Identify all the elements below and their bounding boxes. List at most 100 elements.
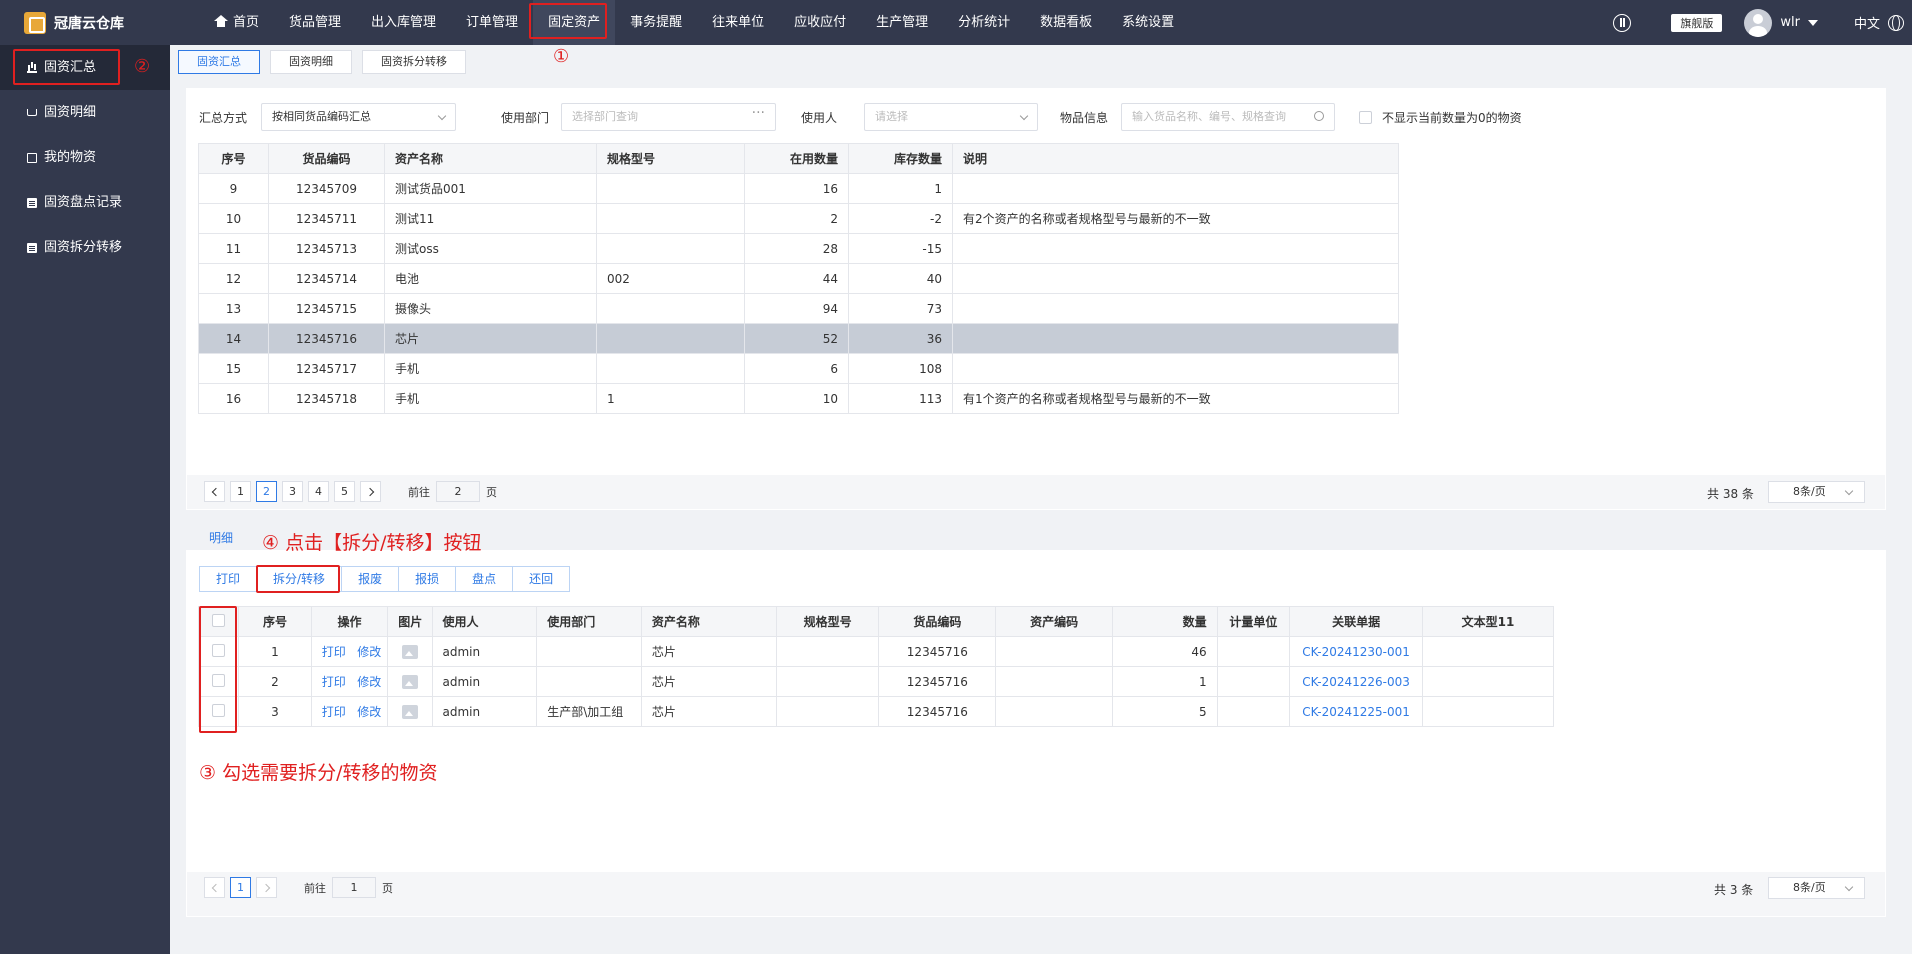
edit-link[interactable]: 修改 [357, 675, 381, 689]
table-row[interactable]: 13 12345715 摄像头 94 73 [198, 293, 1399, 324]
language-switch[interactable]: 中文 [1854, 13, 1880, 32]
page-button[interactable]: 5 [334, 481, 355, 502]
table-row[interactable]: 9 12345709 测试货品001 16 1 [198, 173, 1399, 204]
scrap-button[interactable]: 报废 [341, 566, 400, 592]
pagination-detail: 1 前往 1 页 [204, 877, 393, 898]
row-select-cell [197, 666, 240, 697]
print-link[interactable]: 打印 [322, 645, 346, 659]
table-cell: 12 [198, 263, 269, 294]
page-button[interactable]: 3 [282, 481, 303, 502]
page-button[interactable]: 1 [230, 877, 251, 898]
empty-cell [198, 413, 1399, 458]
table-cell: 6 [744, 353, 849, 384]
related-doc-link[interactable]: CK-20241225-001 [1302, 705, 1410, 719]
summary-mode-select[interactable]: 按相同货品编码汇总 [261, 103, 456, 131]
user-label: 使用人 [801, 110, 838, 125]
table-row[interactable]: 14 12345716 芯片 52 36 [198, 323, 1399, 354]
pause-circle-icon[interactable] [1613, 13, 1632, 32]
edit-link[interactable]: 修改 [357, 705, 381, 719]
related-doc-link[interactable]: CK-20241230-001 [1302, 645, 1410, 659]
username[interactable]: wlr [1780, 15, 1800, 30]
return-button[interactable]: 还回 [512, 566, 571, 592]
table-row[interactable]: 12 12345714 电池 002 44 40 [198, 263, 1399, 294]
print-button[interactable]: 打印 [199, 566, 258, 592]
image-placeholder-icon[interactable] [401, 674, 418, 689]
row-checkbox[interactable] [212, 643, 226, 657]
nav-reminders[interactable]: 事务提醒 [615, 0, 697, 45]
table-cell: 芯片 [640, 696, 777, 727]
table-row[interactable]: 11 12345713 测试oss 28 -15 [198, 233, 1399, 264]
tab-summary[interactable]: 固资汇总 [178, 50, 260, 74]
table-cell: admin [431, 636, 538, 667]
globe-icon[interactable] [1888, 14, 1904, 31]
nav-receivables[interactable]: 应收应付 [779, 0, 861, 45]
prev-page-button[interactable] [204, 481, 225, 502]
table-row[interactable]: 16 12345718 手机 1 10 113 有1个资产的名称或者规格型号与最新的不一致 [198, 383, 1399, 414]
page-button[interactable]: 4 [308, 481, 329, 502]
sidebar-item-inventory-records[interactable]: 固资盘点记录 [0, 180, 170, 225]
avatar[interactable] [1744, 8, 1773, 37]
damage-button[interactable]: 报损 [398, 566, 457, 592]
table-row[interactable]: 3 打印 修改 admin 生产部\加工组 芯片 12345716 5 CK-20241225… [197, 696, 1554, 727]
action-cell: 打印 修改 [310, 636, 389, 667]
select-all-checkbox[interactable] [212, 613, 226, 627]
image-placeholder-icon[interactable] [401, 644, 418, 659]
page-button[interactable]: 2 [256, 481, 277, 502]
nav-orders[interactable]: 订单管理 [451, 0, 533, 45]
prev-page-button[interactable] [204, 877, 225, 898]
next-page-button[interactable] [360, 481, 381, 502]
chevron-down-icon[interactable] [1807, 19, 1818, 26]
nav-home[interactable]: 首页 [200, 0, 274, 45]
table-cell: 12345717 [268, 353, 385, 384]
table-row[interactable]: 15 12345717 手机 6 108 [198, 353, 1399, 384]
nav-goods[interactable]: 货品管理 [274, 0, 356, 45]
chevron-down-icon [1844, 486, 1854, 496]
related-doc-link[interactable]: CK-20241226-003 [1302, 675, 1410, 689]
table-row[interactable]: 2 打印 修改 admin 芯片 12345716 1 CK-20241226-003 [197, 666, 1554, 697]
col-header: 使用部门 [536, 606, 642, 637]
image-placeholder-icon[interactable] [401, 704, 418, 719]
item-search-input[interactable]: 输入货品名称、编号、规格查询 [1121, 103, 1335, 131]
row-checkbox[interactable] [212, 673, 226, 687]
edit-link[interactable]: 修改 [357, 645, 381, 659]
tab-split-transfer[interactable]: 固资拆分转移 [362, 50, 466, 74]
inventory-button[interactable]: 盘点 [455, 566, 514, 592]
nav-partners[interactable]: 往来单位 [697, 0, 779, 45]
table-row[interactable]: 10 12345711 测试11 2 -2 有2个资产的名称或者规格型号与最新的不一致 [198, 203, 1399, 234]
sidebar-item-detail[interactable]: 固资明细 [0, 90, 170, 135]
more-icon[interactable]: ··· [752, 100, 765, 126]
split-transfer-button[interactable]: 拆分/转移 [256, 566, 343, 592]
sidebar-item-my-assets[interactable]: 我的物资 [0, 135, 170, 180]
nav-production[interactable]: 生产管理 [861, 0, 943, 45]
nav-inout[interactable]: 出入库管理 [356, 0, 451, 45]
search-icon[interactable] [1314, 111, 1324, 121]
nav-fixed-assets[interactable]: 固定资产 [533, 0, 616, 45]
table-cell [536, 666, 642, 697]
table-cell: 10 [198, 203, 269, 234]
tab-detail[interactable]: 固资明细 [270, 50, 352, 74]
table-row[interactable]: 1 打印 修改 admin 芯片 12345716 46 CK-20241230-001 [197, 636, 1554, 667]
page-size-select[interactable]: 8条/页 [1768, 481, 1865, 503]
print-link[interactable]: 打印 [322, 675, 346, 689]
table-cell: 73 [848, 293, 953, 324]
goto-page-input[interactable]: 1 [332, 877, 376, 898]
sidebar-item-split-transfer[interactable]: 固资拆分转移 [0, 225, 170, 270]
app-logo[interactable]: 冠唐云仓库 [0, 0, 170, 45]
col-header: 规格型号 [775, 606, 880, 637]
user-select[interactable]: 请选择 [864, 103, 1038, 131]
next-page-button[interactable] [256, 877, 277, 898]
nav-dashboard[interactable]: 数据看板 [1025, 0, 1107, 45]
nav-settings[interactable]: 系统设置 [1107, 0, 1189, 45]
nav-analytics[interactable]: 分析统计 [943, 0, 1025, 45]
col-header: 文本型11 [1422, 606, 1554, 637]
page-size-select[interactable]: 8条/页 [1768, 877, 1865, 899]
doc-link-cell: CK-20241230-001 [1289, 636, 1424, 667]
goto-page-input[interactable]: 2 [436, 481, 480, 502]
chevron-down-icon [437, 111, 447, 121]
row-checkbox[interactable] [212, 703, 226, 717]
hide-zero-checkbox[interactable] [1359, 110, 1372, 124]
print-link[interactable]: 打印 [322, 705, 346, 719]
page-button[interactable]: 1 [230, 481, 251, 502]
dept-input[interactable]: 选择部门查询 ··· [561, 103, 776, 131]
table-cell: 12345716 [878, 696, 997, 727]
